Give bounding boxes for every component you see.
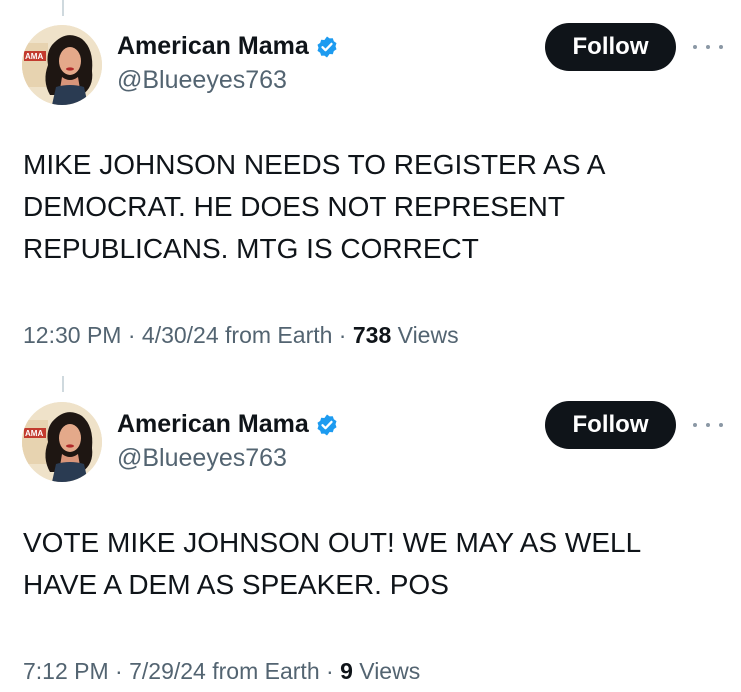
avatar[interactable]: AMA [22,402,102,482]
separator: · [108,658,130,684]
dot [719,45,723,49]
views-count[interactable]: 738 [353,322,391,348]
separator: · [319,658,341,684]
svg-text:AMA: AMA [25,429,43,438]
more-options-icon[interactable] [693,415,723,435]
tweet-2: AMA American Mama @Blueeyes763 Follow VO… [0,372,741,692]
display-name-text: American Mama [117,410,309,438]
tweet-date[interactable]: 4/30/24 [142,322,219,348]
handle[interactable]: @Blueeyes763 [117,444,287,473]
follow-button[interactable]: Follow [545,23,676,71]
dot [706,45,710,49]
dot [693,45,697,49]
tweet-metadata: 7:12 PM · 7/29/24 from Earth · 9 Views [23,658,420,685]
display-name-text: American Mama [117,32,309,60]
dot [706,423,710,427]
thread-connector-line [62,0,64,16]
tweet-metadata: 12:30 PM · 4/30/24 from Earth · 738 View… [23,322,459,349]
dot [719,423,723,427]
tweet-text: VOTE MIKE JOHNSON OUT! WE MAY AS WELL HA… [23,527,642,600]
avatar-image: AMA [22,402,102,482]
separator: · [121,322,142,348]
tweet-source: from Earth [205,658,320,684]
tweet-time[interactable]: 7:12 PM [23,658,109,684]
handle[interactable]: @Blueeyes763 [117,66,287,95]
tweet-text: MIKE JOHNSON NEEDS TO REGISTER AS A DEMO… [23,149,606,264]
thread-connector-line [62,376,64,392]
display-name[interactable]: American Mama [117,410,339,439]
svg-text:AMA: AMA [25,52,43,61]
tweet-source: from Earth [218,322,333,348]
verified-badge-icon [317,414,337,435]
verified-badge-icon [317,36,337,57]
separator: · [332,322,353,348]
tweet-1: AMA American Mama @Blueeyes763 Follow MI… [0,0,741,372]
more-options-icon[interactable] [693,37,723,57]
views-count[interactable]: 9 [340,658,353,684]
tweet-date[interactable]: 7/29/24 [129,658,206,684]
display-name[interactable]: American Mama [117,32,339,61]
avatar-image: AMA [22,25,102,105]
dot [693,423,697,427]
views-label: Views [352,658,421,684]
follow-button[interactable]: Follow [545,401,676,449]
tweet-time[interactable]: 12:30 PM [23,322,121,348]
avatar[interactable]: AMA [22,25,102,105]
views-label: Views [391,322,459,348]
